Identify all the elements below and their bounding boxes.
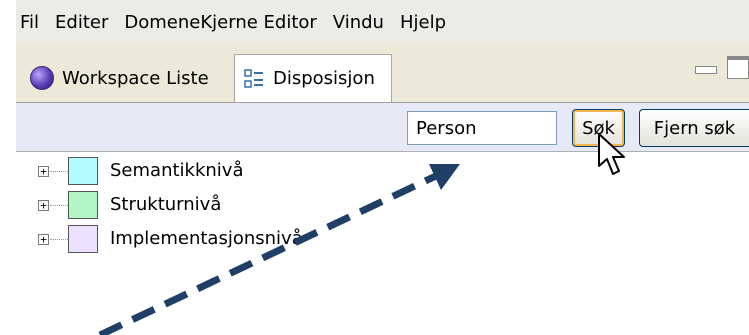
- outline-tree: + Semantikknivå + Strukturnivå + Impleme…: [16, 152, 749, 335]
- view-controls: [695, 56, 749, 79]
- tree-connector: [50, 171, 68, 172]
- tab-disposisjon[interactable]: Disposisjon: [234, 54, 392, 102]
- color-swatch: [68, 225, 98, 253]
- menu-editer[interactable]: Editer: [47, 12, 116, 33]
- left-margin: [0, 0, 16, 335]
- view-tab-bar: Workspace Liste Disposisjon: [16, 52, 749, 102]
- menu-bar: Fil Editer DomeneKjerne Editor Vindu Hje…: [16, 0, 749, 44]
- search-toolbar: Søk Fjern søk: [16, 102, 749, 152]
- menu-hjelp[interactable]: Hjelp: [392, 12, 454, 33]
- tree-item-label: Semantikknivå: [110, 160, 244, 181]
- expand-icon[interactable]: +: [38, 166, 49, 177]
- outline-icon: [244, 68, 263, 88]
- maximize-icon[interactable]: [727, 56, 749, 79]
- expand-icon[interactable]: +: [38, 200, 49, 211]
- menu-vindu[interactable]: Vindu: [325, 12, 392, 33]
- menu-domenekjerne-editor[interactable]: DomeneKjerne Editor: [116, 12, 324, 33]
- tree-item-label: Implementasjonsnivå: [110, 228, 303, 249]
- tab-label: Workspace Liste: [62, 67, 209, 89]
- menu-fil[interactable]: Fil: [16, 12, 47, 33]
- tab-workspace-liste[interactable]: Workspace Liste: [22, 56, 230, 100]
- minimize-icon[interactable]: [695, 65, 717, 74]
- search-input[interactable]: [407, 111, 557, 145]
- expand-icon[interactable]: +: [38, 234, 49, 245]
- tree-item-label: Strukturnivå: [110, 194, 222, 215]
- mouse-cursor-icon: [598, 133, 625, 175]
- globe-icon: [30, 66, 54, 90]
- clear-search-button[interactable]: Fjern søk: [639, 109, 749, 147]
- color-swatch: [68, 191, 98, 219]
- tree-connector: [50, 239, 68, 240]
- tree-connector: [50, 205, 68, 206]
- editor-window: Fil Editer DomeneKjerne Editor Vindu Hje…: [16, 0, 749, 335]
- tab-label: Disposisjon: [273, 68, 375, 89]
- color-swatch: [68, 157, 98, 185]
